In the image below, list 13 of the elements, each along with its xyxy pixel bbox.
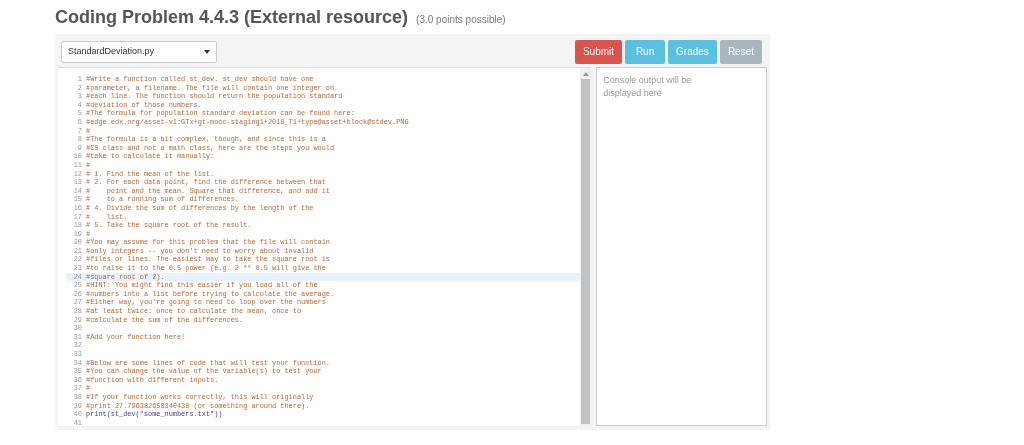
points-label: (3.0 points possible) xyxy=(416,13,506,27)
submit-button[interactable]: Submit xyxy=(574,39,623,64)
code-editor[interactable] xyxy=(58,67,592,426)
reset-button[interactable]: Reset xyxy=(719,39,762,64)
caret-icon xyxy=(204,49,210,54)
action-button[interactable]: Run xyxy=(625,39,666,64)
scroll-up-icon[interactable] xyxy=(582,72,589,76)
file-select[interactable]: StandardDeviation.py xyxy=(61,40,217,63)
action-button[interactable]: Grades xyxy=(668,39,717,64)
scrollbar-thumb[interactable] xyxy=(581,79,591,424)
problem-title: Coding Problem 4.4.3 (External resource) xyxy=(55,6,409,29)
scrollbar[interactable] xyxy=(580,68,592,426)
console-output-field[interactable]: Console output will be displayed here xyxy=(596,67,767,426)
